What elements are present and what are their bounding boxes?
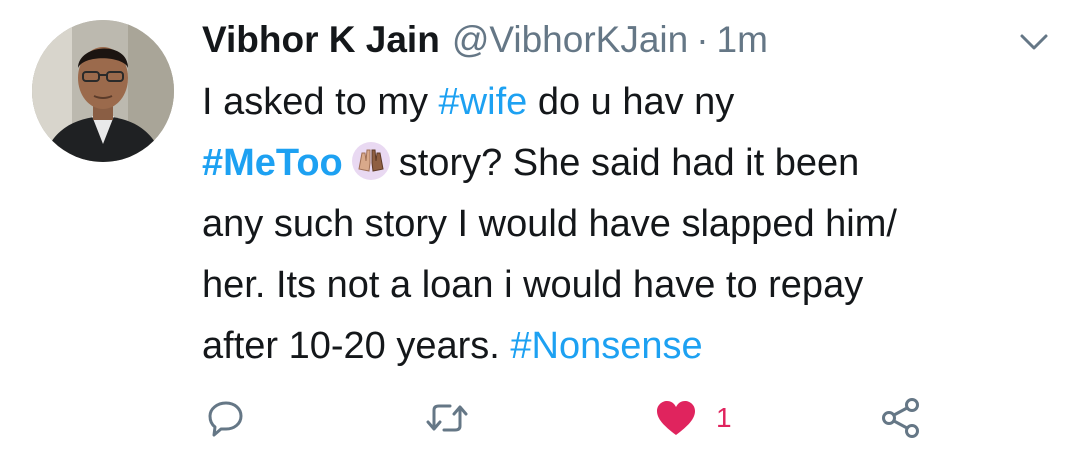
share-button[interactable] xyxy=(880,388,922,448)
heart-icon xyxy=(657,401,695,435)
tweet-text-line: any such story I would have slapped him/ xyxy=(202,203,897,245)
chevron-down-icon xyxy=(1020,34,1048,50)
tweet-header: Vibhor K Jain @VibhorKJain · 1m xyxy=(202,14,768,66)
hashtag-wife[interactable]: #wife xyxy=(439,81,528,123)
timestamp[interactable]: 1m xyxy=(717,14,768,66)
share-icon xyxy=(882,398,919,438)
tweet-text-line: #MeToo story? She said had it been xyxy=(202,133,1052,194)
avatar-photo xyxy=(32,20,174,162)
avatar[interactable] xyxy=(32,20,174,162)
text-segment: do u hav ny xyxy=(527,81,735,123)
text-segment: after 10-20 years. xyxy=(202,325,511,367)
reply-icon xyxy=(208,401,243,437)
user-handle[interactable]: @VibhorKJain xyxy=(452,14,688,66)
display-name[interactable]: Vibhor K Jain xyxy=(202,14,440,66)
retweet-icon xyxy=(426,404,468,432)
raised-hands-emoji-icon xyxy=(351,139,391,180)
hashtag-nonsense[interactable]: #Nonsense xyxy=(510,325,702,367)
hashtag-metoo[interactable]: #MeToo xyxy=(202,142,343,184)
text-segment: I asked to my xyxy=(202,81,439,123)
tweet-actions: 1 xyxy=(0,388,1080,448)
separator-dot: · xyxy=(696,19,709,60)
reply-button[interactable] xyxy=(206,388,246,448)
tweet-text: I asked to my #wife do u hav ny #MeToo s… xyxy=(202,72,1052,377)
tweet[interactable]: Vibhor K Jain @VibhorKJain · 1m I asked … xyxy=(0,0,1080,454)
like-button[interactable]: 1 xyxy=(654,388,732,448)
more-options-caret[interactable] xyxy=(1016,28,1052,56)
retweet-button[interactable] xyxy=(424,388,470,448)
text-segment: story? She said had it been xyxy=(398,142,860,184)
tweet-text-line: after 10-20 years. #Nonsense xyxy=(202,316,1052,377)
like-count: 1 xyxy=(716,402,732,433)
tweet-text-line: I asked to my #wife do u hav ny xyxy=(202,72,1052,133)
tweet-text-line: her. Its not a loan i would have to repa… xyxy=(202,264,864,306)
